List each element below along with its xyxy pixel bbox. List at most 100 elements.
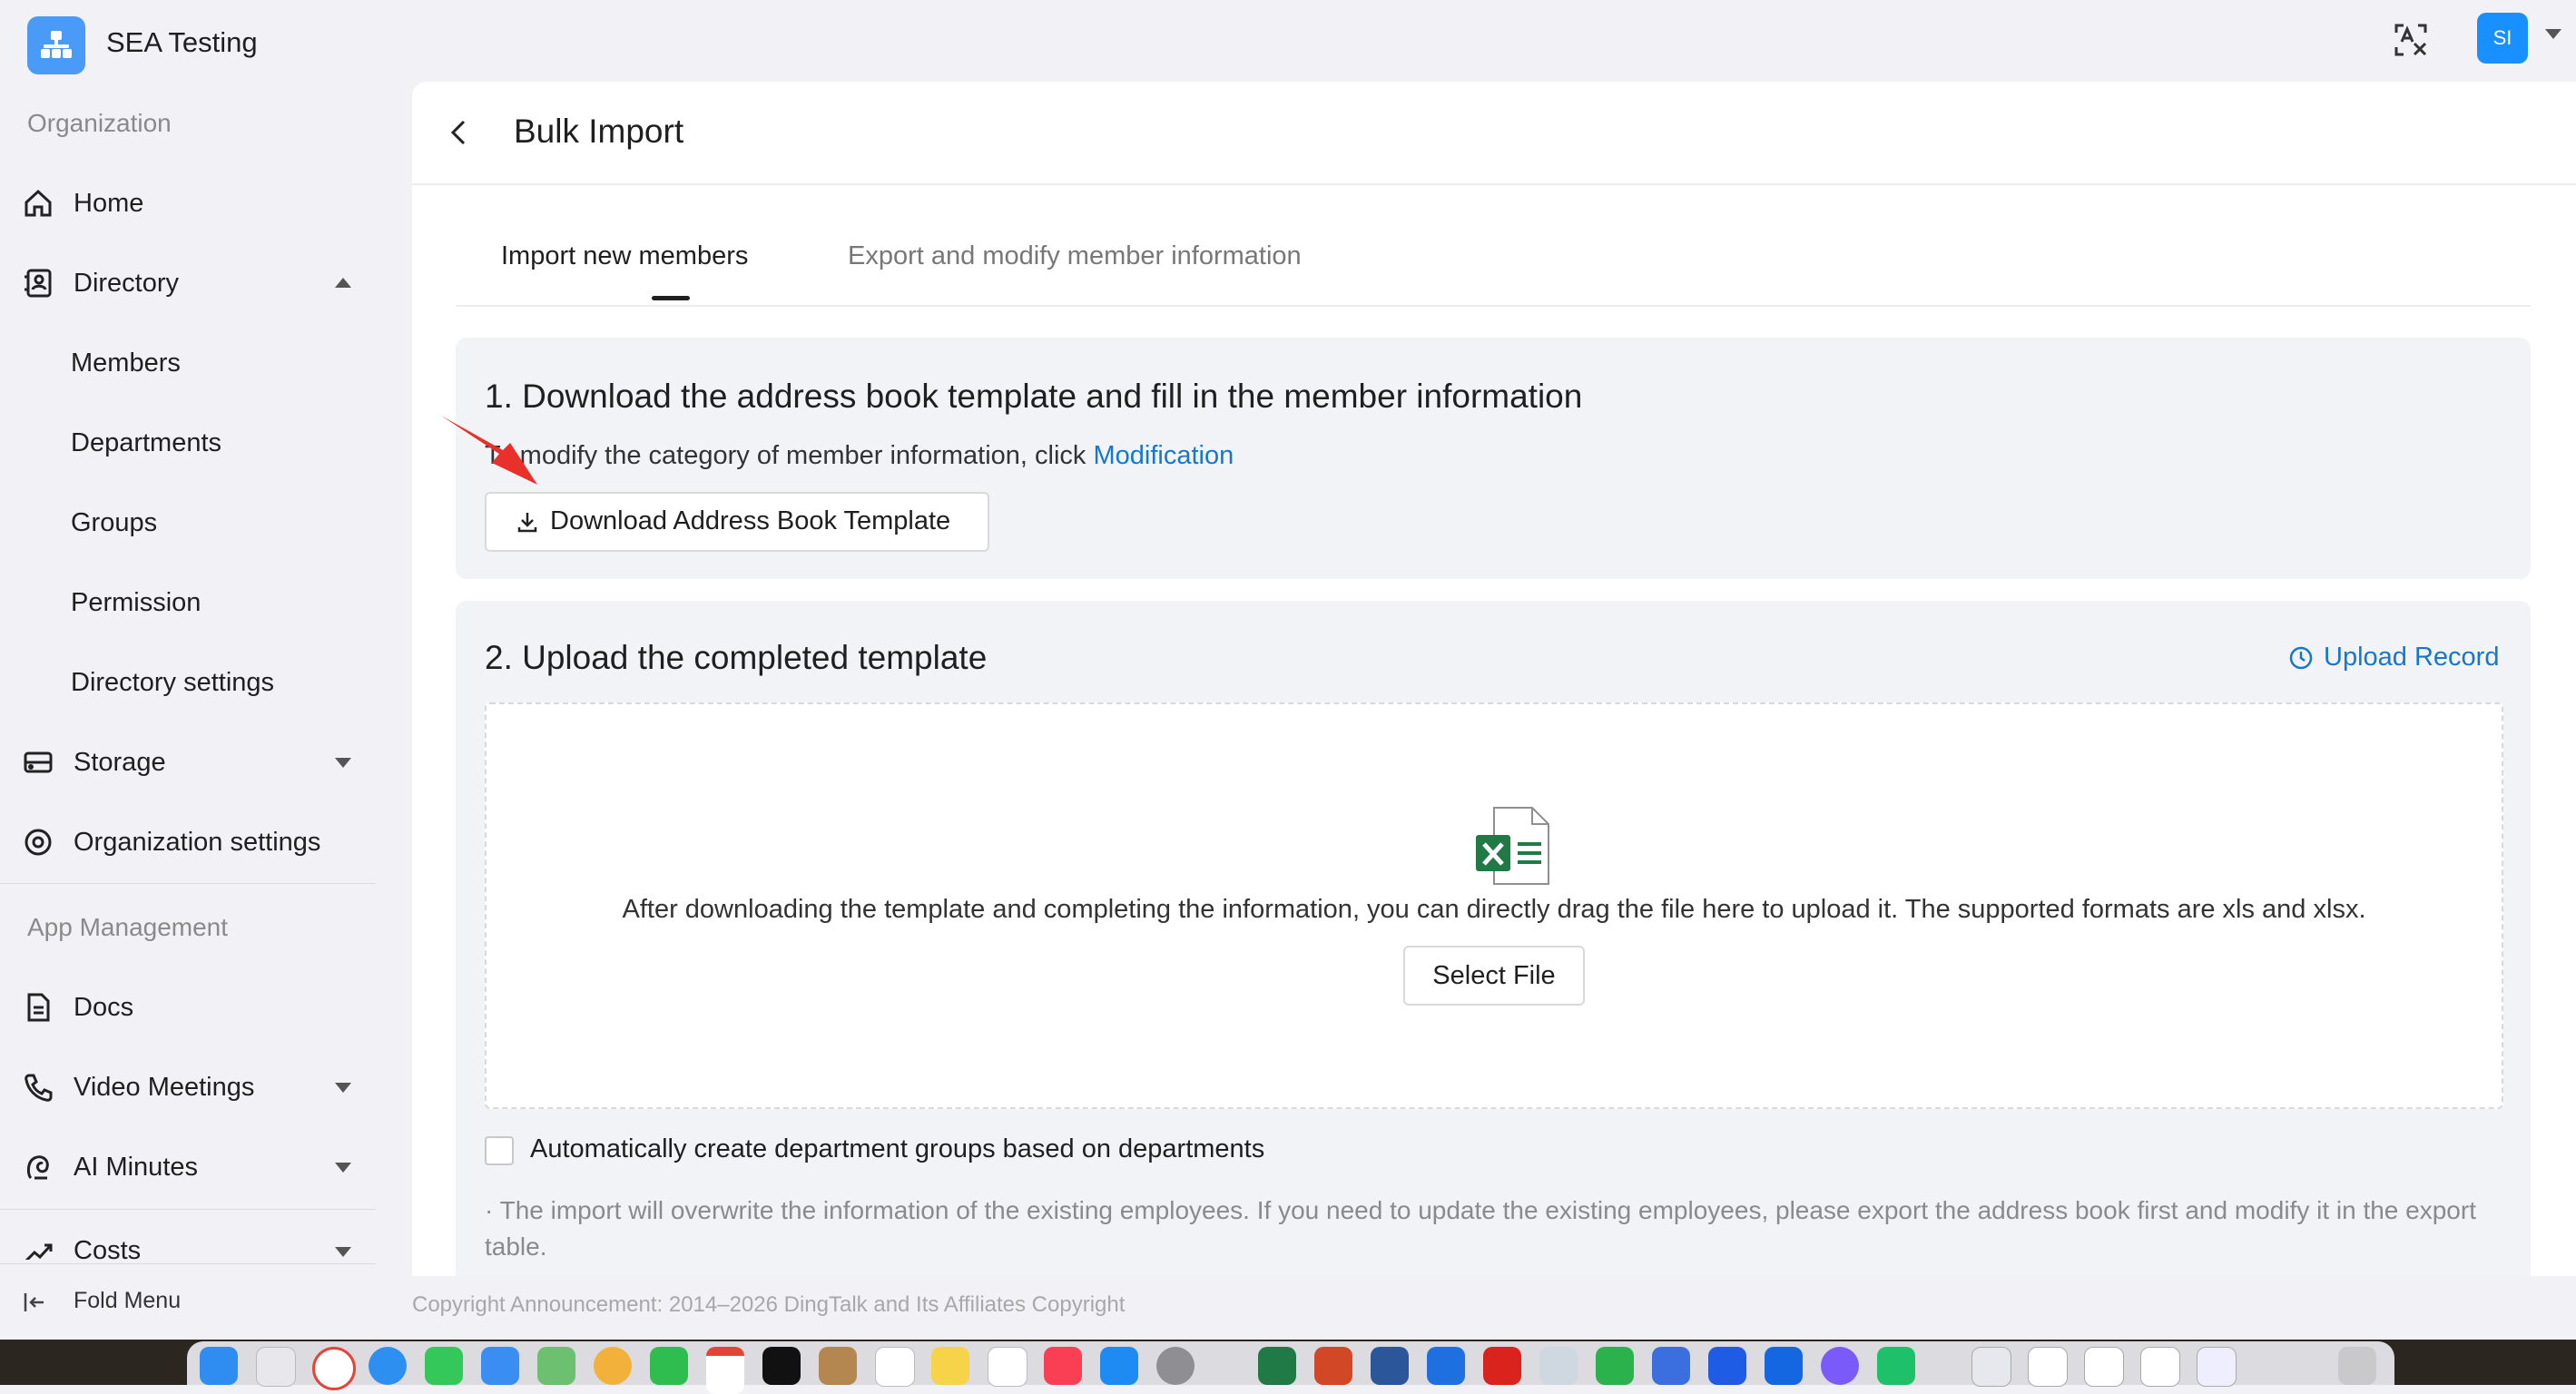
active-tab-indicator [652, 296, 690, 300]
auto-create-groups-label: Automatically create department groups b… [530, 1134, 1265, 1163]
sidebar-item-costs[interactable]: Costs [0, 1218, 376, 1260]
sidebar: Organization Home Directory Members Depa… [0, 82, 381, 1261]
launchpad-icon[interactable] [256, 1347, 296, 1387]
chrome-icon[interactable] [312, 1347, 356, 1390]
app-store-icon[interactable] [1100, 1347, 1138, 1385]
sidebar-item-directory[interactable]: Directory [0, 247, 376, 319]
chevron-down-icon[interactable] [335, 1247, 351, 1257]
step1-card: 1. Download the address book template an… [441, 338, 2531, 579]
sidebar-item-members[interactable]: Members [0, 329, 376, 398]
tab-export-modify-members[interactable]: Export and modify member information [848, 241, 1302, 271]
sidebar-item-permission[interactable]: Permission [0, 568, 376, 637]
wecom-icon[interactable] [1877, 1347, 1915, 1385]
messages-icon[interactable] [425, 1347, 463, 1385]
ai-minutes-icon [26, 1155, 49, 1180]
sidebar-divider [0, 1209, 376, 1210]
org-logo-icon[interactable] [27, 16, 85, 74]
safari-icon[interactable] [369, 1347, 407, 1385]
document-icon [27, 993, 50, 1022]
sidebar-item-ai-minutes[interactable]: AI Minutes [0, 1131, 376, 1203]
org-name[interactable]: SEA Testing [106, 26, 258, 59]
chevron-down-icon[interactable] [2545, 29, 2561, 39]
maps-icon[interactable] [537, 1347, 575, 1385]
chevron-down-icon[interactable] [335, 1083, 351, 1093]
sidebar-item-docs[interactable]: Docs [0, 971, 376, 1044]
modification-link[interactable]: Modification [1094, 441, 1234, 470]
mail-icon[interactable] [481, 1347, 519, 1385]
word-icon[interactable] [1371, 1347, 1409, 1385]
acrobat-icon[interactable] [1483, 1347, 1521, 1385]
calendar-icon[interactable] [706, 1347, 744, 1394]
step1-title: 1. Download the address book template an… [485, 378, 1583, 415]
powerpoint-icon[interactable] [1314, 1347, 1352, 1385]
facetime-icon[interactable] [650, 1347, 688, 1385]
drop-zone-instructions: After downloading the template and compl… [622, 895, 2366, 924]
page-header: Bulk Import [412, 82, 2576, 185]
download-template-label: Download Address Book Template [550, 506, 951, 535]
excel-icon[interactable] [1258, 1347, 1296, 1385]
address-book-icon [25, 269, 52, 298]
excel-file-icon [1476, 807, 1549, 885]
finder-icon[interactable] [200, 1347, 238, 1385]
sidebar-item-label: Costs [74, 1236, 142, 1260]
window-thumbnail-icon[interactable] [1971, 1347, 2011, 1387]
sidebar-item-groups[interactable]: Groups [0, 488, 376, 557]
file-drop-zone[interactable]: After downloading the template and compl… [485, 702, 2503, 1109]
auto-create-groups-checkbox[interactable] [485, 1136, 514, 1165]
sidebar-item-home[interactable]: Home [0, 167, 376, 240]
sidebar-item-directory-settings[interactable]: Directory settings [0, 648, 376, 717]
apple-tv-icon[interactable] [762, 1347, 801, 1385]
page-title: Bulk Import [514, 113, 684, 150]
feishu-icon[interactable] [1765, 1347, 1803, 1385]
window-thumbnail-icon[interactable] [2084, 1347, 2124, 1387]
chevron-up-icon[interactable] [335, 278, 351, 288]
import-overwrite-note: · The import will overwrite the informat… [485, 1196, 2476, 1261]
chevron-down-icon[interactable] [335, 1163, 351, 1173]
fold-menu-label: Fold Menu [74, 1288, 182, 1313]
translate-icon[interactable] [2391, 20, 2431, 60]
chat-app-icon[interactable] [1821, 1347, 1859, 1385]
step2-card: 2. Upload the completed template Upload … [456, 601, 2531, 1276]
reminders-icon[interactable] [875, 1347, 915, 1387]
dingtalk-icon[interactable] [1427, 1347, 1465, 1385]
section-label-app-management: App Management [27, 913, 229, 941]
shield-app-icon[interactable] [1708, 1347, 1746, 1385]
sidebar-item-departments[interactable]: Departments [0, 408, 376, 477]
window-thumbnail-icon[interactable] [2197, 1347, 2237, 1387]
freeform-icon[interactable] [988, 1347, 1027, 1387]
user-avatar[interactable]: SI [2477, 13, 2528, 64]
system-settings-icon[interactable] [1156, 1347, 1195, 1385]
home-icon [25, 189, 52, 217]
window-thumbnail-icon[interactable] [2140, 1347, 2180, 1387]
wechat-icon[interactable] [1596, 1347, 1634, 1385]
contacts-icon[interactable] [819, 1347, 857, 1385]
vpn-icon[interactable] [1652, 1347, 1690, 1385]
preview-icon[interactable] [1539, 1347, 1578, 1385]
sidebar-item-label: Home [74, 188, 144, 218]
tab-bar: Import new members Export and modify mem… [456, 218, 2531, 307]
photos-icon[interactable] [594, 1347, 632, 1385]
annotation-arrow-icon [441, 416, 537, 485]
chart-line-icon [25, 1243, 53, 1260]
window-thumbnail-icon[interactable] [2028, 1347, 2068, 1387]
sidebar-item-label: Storage [74, 747, 166, 777]
sidebar-item-organization-settings[interactable]: Organization settings [0, 806, 376, 879]
download-icon [517, 513, 537, 533]
tab-import-new-members[interactable]: Import new members [501, 241, 748, 271]
phone-icon [25, 1074, 53, 1102]
music-icon[interactable] [1044, 1347, 1082, 1385]
download-template-button[interactable]: Download Address Book Template [485, 492, 989, 552]
sidebar-item-label: Video Meetings [74, 1072, 255, 1102]
clock-icon [2289, 646, 2313, 670]
sidebar-item-label: Directory [74, 268, 180, 298]
notes-icon[interactable] [931, 1347, 969, 1385]
trash-icon[interactable] [2338, 1347, 2376, 1385]
chevron-down-icon[interactable] [335, 758, 351, 768]
fold-menu-icon [24, 1293, 44, 1311]
back-arrow-icon[interactable] [441, 114, 477, 151]
main-panel: Bulk Import Import new members Export an… [412, 82, 2576, 1276]
select-file-button[interactable]: Select File [1403, 946, 1585, 1006]
sidebar-item-video-meetings[interactable]: Video Meetings [0, 1051, 376, 1124]
sidebar-item-storage[interactable]: Storage [0, 726, 376, 799]
fold-menu-button[interactable]: Fold Menu [0, 1263, 376, 1340]
